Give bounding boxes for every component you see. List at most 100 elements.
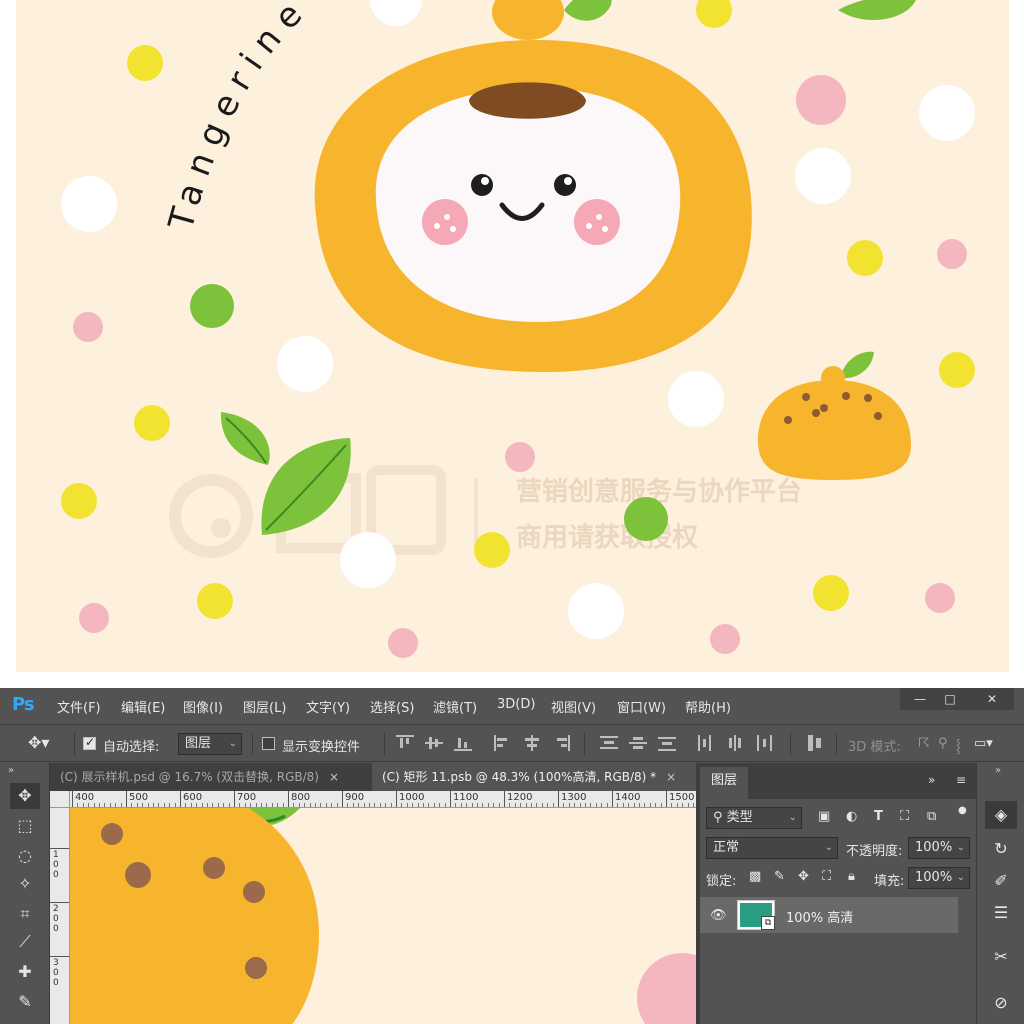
menu-view[interactable]: 视图(V) xyxy=(551,697,596,716)
align-right-icon[interactable] xyxy=(552,735,570,751)
tab-mockup-psd[interactable]: (C) 展示样机.psd @ 16.7% (双击替换, RGB/8) × xyxy=(50,763,370,791)
fill-input[interactable]: 100% ⌄ xyxy=(908,867,970,889)
ruler-minor-tick xyxy=(590,803,592,807)
menu-edit[interactable]: 编辑(E) xyxy=(121,697,165,716)
align-top-icon[interactable] xyxy=(396,735,414,751)
ruler-minor-tick xyxy=(622,803,624,807)
menu-image[interactable]: 图像(I) xyxy=(183,697,223,716)
healing-tool[interactable]: ✚ xyxy=(10,959,40,985)
auto-select-checkbox[interactable] xyxy=(83,735,96,750)
lock-pixels-icon[interactable]: ✎ xyxy=(774,869,785,884)
ruler-tick xyxy=(666,791,667,807)
shape-filter-icon[interactable]: ⛶ xyxy=(900,809,909,824)
workspace-switcher-icon[interactable]: ▭▾ xyxy=(974,736,993,751)
3d-pan-icon[interactable]: ⸾ xyxy=(956,736,961,754)
close-tab-icon[interactable]: × xyxy=(329,770,339,784)
close-tab-icon[interactable]: × xyxy=(666,770,676,784)
lock-all-icon[interactable]: 🔒︎ xyxy=(848,869,855,884)
distribute-top-icon[interactable] xyxy=(600,735,618,751)
tab-rect-psb[interactable]: (C) 矩形 11.psb @ 48.3% (100%高清, RGB/8) * × xyxy=(372,763,696,791)
ruler-tick xyxy=(504,791,505,807)
align-bottom-icon[interactable] xyxy=(454,735,472,751)
close-window-button[interactable]: ✕ xyxy=(970,688,1014,710)
lasso-tool[interactable]: ◌ xyxy=(10,843,40,869)
3d-rotate-icon[interactable]: ☈ xyxy=(918,736,930,751)
menu-select[interactable]: 选择(S) xyxy=(370,697,414,716)
opacity-input[interactable]: 100% ⌄ xyxy=(908,837,970,859)
ruler-minor-tick xyxy=(239,803,241,807)
horizontal-ruler[interactable]: 400 500 600 700 800 900 1000 1100 1200 1300 1400 15… xyxy=(70,791,696,808)
layer-filter-dropdown[interactable]: ⚲ 类型 ⌄ xyxy=(706,807,802,829)
ruler-minor-tick xyxy=(217,803,219,807)
distribute-left-icon[interactable] xyxy=(697,735,715,751)
crop-tool[interactable]: ⌗ xyxy=(10,901,40,927)
brush-settings-icon[interactable]: ✐ xyxy=(985,867,1017,895)
tab-layers[interactable]: 图层 xyxy=(700,767,748,799)
marquee-tool[interactable]: ⬚ xyxy=(10,813,40,839)
blend-mode-dropdown[interactable]: 正常 ⌄ xyxy=(706,837,838,859)
3d-roll-icon[interactable]: ⚲ xyxy=(938,736,948,751)
adjustments-icon[interactable]: ☰ xyxy=(985,899,1017,927)
menu-type[interactable]: 文字(Y) xyxy=(306,697,350,716)
show-transform-checkbox[interactable] xyxy=(262,737,275,750)
align-hcenter-icon[interactable] xyxy=(523,735,541,751)
lasso-icon: ◌ xyxy=(18,846,32,865)
expand-dock-icon[interactable]: » xyxy=(995,765,1001,776)
history-panel-icon[interactable]: ↻ xyxy=(985,835,1017,863)
ruler-minor-tick xyxy=(131,803,133,807)
ruler-minor-tick xyxy=(514,803,516,807)
panel-menu-icon[interactable]: ≡ xyxy=(956,773,966,787)
document-canvas[interactable] xyxy=(70,808,696,1024)
menu-layer[interactable]: 图层(L) xyxy=(243,697,286,716)
ruler-minor-tick xyxy=(649,803,651,807)
lock-position-icon[interactable]: ✥ xyxy=(798,869,809,884)
menu-3d[interactable]: 3D(D) xyxy=(497,697,535,712)
type-filter-icon[interactable]: T xyxy=(874,809,883,824)
align-vcenter-icon[interactable] xyxy=(425,735,443,751)
tools-preset-icon[interactable]: ✂ xyxy=(985,943,1017,971)
ruler-label: 1500 xyxy=(669,792,695,803)
auto-align-icon[interactable] xyxy=(806,735,824,751)
lock-transparent-icon[interactable]: ▩ xyxy=(749,869,761,884)
smart-object-filter-icon[interactable]: ⧉ xyxy=(927,809,936,824)
fill-label: 填充: xyxy=(874,874,905,889)
filter-toggle-icon[interactable]: ● xyxy=(958,805,967,816)
vertical-ruler[interactable]: 100 200 300 xyxy=(50,808,70,1024)
styles-panel-icon[interactable]: ⊘ xyxy=(985,989,1017,1017)
eyedropper-tool[interactable]: ⟋ xyxy=(10,929,40,955)
chevron-down-icon: ⌄ xyxy=(788,812,797,823)
collapse-panel-icon[interactable]: » xyxy=(928,773,935,787)
menu-filter[interactable]: 滤镜(T) xyxy=(433,697,477,716)
move-tool[interactable]: ✥ xyxy=(10,783,40,809)
ruler-minor-tick xyxy=(136,803,138,807)
lock-artboard-icon[interactable]: ⛶ xyxy=(822,869,831,884)
magic-wand-tool[interactable]: ✧ xyxy=(10,871,40,897)
auto-select-target-dropdown[interactable]: 图层 ⌄ xyxy=(178,733,242,755)
eye-icon[interactable]: 👁︎ xyxy=(710,908,727,923)
layers-panel-icon[interactable]: ◈ xyxy=(985,801,1017,829)
distribute-bottom-icon[interactable] xyxy=(658,735,676,751)
ruler-origin[interactable] xyxy=(50,791,70,808)
watermark-line2: 商用请获取授权 xyxy=(516,522,698,553)
expand-toolbar-icon[interactable]: » xyxy=(8,765,14,776)
distribute-vcenter-icon[interactable] xyxy=(629,735,647,751)
adjustment-filter-icon[interactable]: ◐ xyxy=(846,809,857,824)
layer-name[interactable]: 100% 高清 xyxy=(786,907,853,926)
pixel-filter-icon[interactable]: ▣ xyxy=(818,809,830,824)
menu-help[interactable]: 帮助(H) xyxy=(685,697,731,716)
menu-window[interactable]: 窗口(W) xyxy=(617,697,666,716)
move-tool-preset-icon[interactable]: ✥▾ xyxy=(28,733,49,752)
distribute-hcenter-icon[interactable] xyxy=(726,735,744,751)
ruler-tick xyxy=(126,791,127,807)
brush-tool[interactable]: ✎ xyxy=(10,989,40,1015)
ruler-minor-tick xyxy=(347,803,349,807)
ruler-minor-tick xyxy=(601,803,603,807)
menu-file[interactable]: 文件(F) xyxy=(57,697,101,716)
distribute-right-icon[interactable] xyxy=(755,735,773,751)
layer-row[interactable]: 👁︎ ⧉ 100% 高清 xyxy=(700,897,958,933)
ruler-minor-tick xyxy=(153,803,154,807)
ruler-label: 1400 xyxy=(615,792,641,803)
ruler-minor-tick xyxy=(423,803,424,807)
maximize-button[interactable]: □ xyxy=(930,688,970,710)
align-left-icon[interactable] xyxy=(494,735,512,751)
